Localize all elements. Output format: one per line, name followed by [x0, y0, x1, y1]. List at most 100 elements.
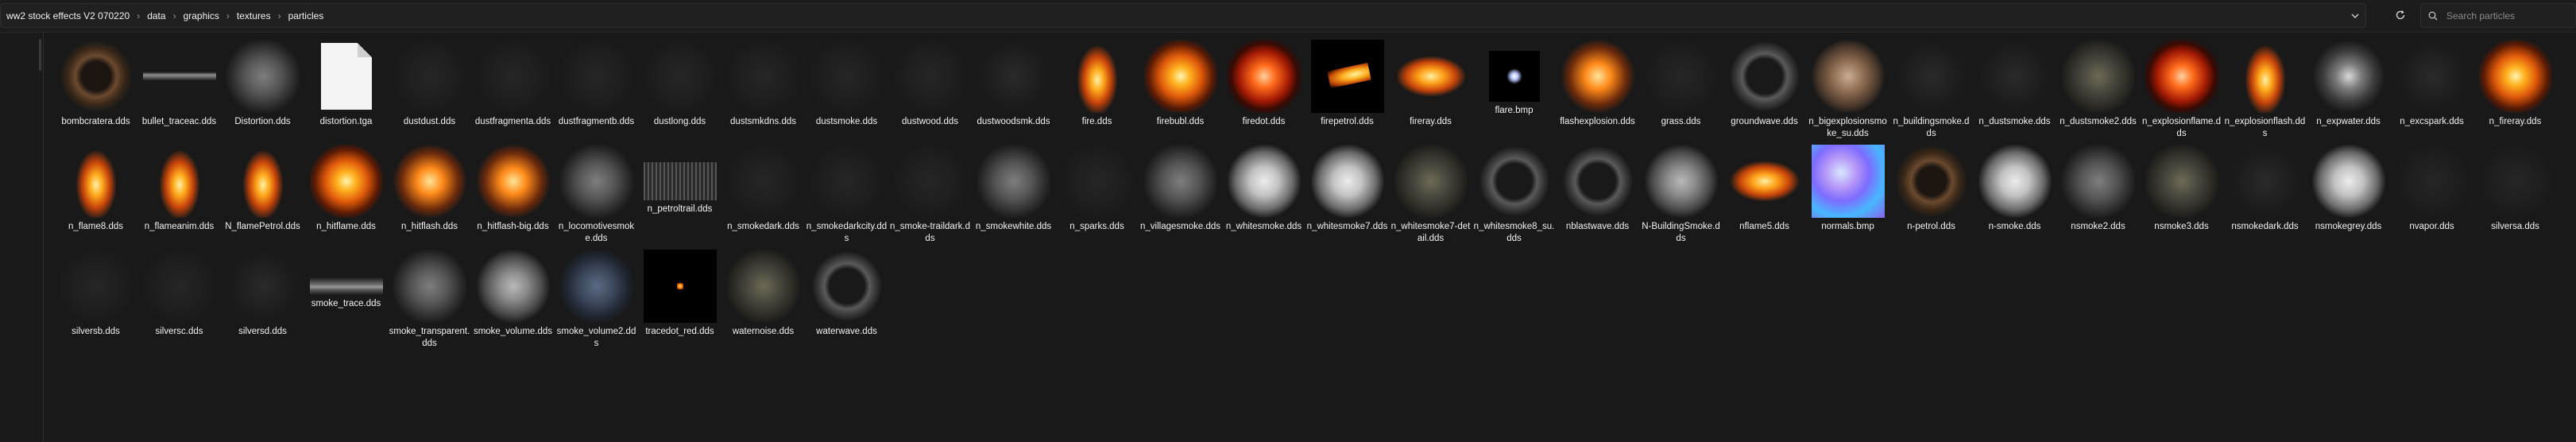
file-item[interactable]: n_dustsmoke.dds: [1973, 40, 2056, 145]
file-item[interactable]: smoke_volume2.dds: [555, 250, 638, 355]
breadcrumb-item[interactable]: graphics: [181, 10, 222, 21]
file-item[interactable]: n_whitesmoke8_su.dds: [1472, 145, 1556, 250]
file-item[interactable]: n_hitflash.dds: [388, 145, 471, 250]
nav-scrollbar[interactable]: [39, 39, 41, 71]
file-item[interactable]: n_whitesmoke.dds: [1222, 145, 1305, 250]
file-name: n_hitflash.dds: [401, 222, 458, 231]
file-item[interactable]: n_expwater.dds: [2307, 40, 2390, 145]
file-item[interactable]: normals.bmp: [1806, 145, 1889, 250]
file-view: bombcratera.dds bullet_traceac.dds Distort…: [48, 40, 2576, 437]
file-name: nblastwave.dds: [1565, 222, 1630, 231]
file-item[interactable]: silversb.dds: [54, 250, 137, 355]
file-item[interactable]: n_buildingsmoke.dds: [1889, 40, 1973, 145]
file-name: firebubl.dds: [1156, 117, 1205, 126]
file-item[interactable]: grass.dds: [1639, 40, 1723, 145]
file-name: flare.bmp: [1495, 106, 1534, 115]
file-item[interactable]: silversa.dds: [2474, 145, 2557, 250]
thumbnail: [643, 162, 717, 200]
file-item[interactable]: distortion.tga: [304, 40, 388, 145]
search-input[interactable]: [2445, 9, 2567, 22]
file-item[interactable]: dustwoodsmk.dds: [972, 40, 1055, 145]
file-item[interactable]: nblastwave.dds: [1556, 145, 1639, 250]
file-item[interactable]: n_smokedark.dds: [721, 145, 805, 250]
file-item[interactable]: n_flameanim.dds: [137, 145, 221, 250]
file-item[interactable]: n-petrol.dds: [1889, 145, 1973, 250]
navigation-pane[interactable]: [0, 33, 44, 442]
file-item[interactable]: n_fireray.dds: [2474, 40, 2557, 145]
file-item[interactable]: dustdust.dds: [388, 40, 471, 145]
file-item[interactable]: smoke_trace.dds: [304, 250, 388, 355]
file-item[interactable]: dustsmkdns.dds: [721, 40, 805, 145]
file-item[interactable]: nsmoke2.dds: [2056, 145, 2140, 250]
file-item[interactable]: fireray.dds: [1389, 40, 1472, 145]
file-item[interactable]: nsmoke3.dds: [2140, 145, 2223, 250]
file-item[interactable]: firepetrol.dds: [1305, 40, 1389, 145]
thumbnail: [142, 40, 216, 113]
refresh-icon[interactable]: [2390, 5, 2411, 25]
file-item[interactable]: dustsmoke.dds: [805, 40, 888, 145]
file-item[interactable]: n_whitesmoke7-detail.dds: [1389, 145, 1472, 250]
thumbnail: [2061, 145, 2135, 218]
file-item[interactable]: n_petroltrail.dds: [638, 145, 721, 250]
file-item[interactable]: n_hitflash-big.dds: [471, 145, 555, 250]
file-item[interactable]: dustfragmentb.dds: [555, 40, 638, 145]
file-item[interactable]: tracedot_red.dds: [638, 250, 721, 355]
file-item[interactable]: n_smokedarkcity.dds: [805, 145, 888, 250]
thumbnail: [142, 250, 216, 323]
chevron-right-icon[interactable]: ›: [273, 10, 286, 21]
file-item[interactable]: nvapor.dds: [2390, 145, 2474, 250]
file-item[interactable]: firebubl.dds: [1139, 40, 1222, 145]
file-item[interactable]: groundwave.dds: [1723, 40, 1806, 145]
file-name: n_whitesmoke.dds: [1225, 222, 1302, 231]
file-item[interactable]: n_smokewhite.dds: [972, 145, 1055, 250]
chevron-right-icon[interactable]: ›: [168, 10, 181, 21]
file-item[interactable]: smoke_transparent.dds: [388, 250, 471, 355]
thumbnail: [2311, 40, 2385, 113]
file-item[interactable]: n_explosionflash.dds: [2223, 40, 2307, 145]
address-bar[interactable]: ww2 stock effects V2 070220 › data › gra…: [0, 3, 2366, 28]
file-item[interactable]: bullet_traceac.dds: [137, 40, 221, 145]
file-item[interactable]: dustwood.dds: [888, 40, 972, 145]
file-name: n_whitesmoke8_su.dds: [1473, 222, 1555, 243]
file-item[interactable]: N-BuildingSmoke.dds: [1639, 145, 1723, 250]
file-item[interactable]: n_bigexplosionsmoke_su.dds: [1806, 40, 1889, 145]
file-item[interactable]: n_flame8.dds: [54, 145, 137, 250]
chevron-right-icon[interactable]: ›: [132, 10, 145, 21]
thumbnail: [643, 40, 717, 113]
search-box[interactable]: [2420, 3, 2576, 28]
file-item[interactable]: dustfragmenta.dds: [471, 40, 555, 145]
file-item[interactable]: n_locomotivesmoke.dds: [555, 145, 638, 250]
file-item[interactable]: n_explosionflame.dds: [2140, 40, 2223, 145]
file-item[interactable]: silversc.dds: [137, 250, 221, 355]
file-item[interactable]: nsmokedark.dds: [2223, 145, 2307, 250]
breadcrumb-item[interactable]: textures: [234, 10, 273, 21]
file-item[interactable]: n_smoke-traildark.dds: [888, 145, 972, 250]
file-item[interactable]: n-smoke.dds: [1973, 145, 2056, 250]
file-item[interactable]: Distortion.dds: [221, 40, 304, 145]
file-item[interactable]: flare.bmp: [1472, 40, 1556, 145]
file-item[interactable]: n_villagesmoke.dds: [1139, 145, 1222, 250]
chevron-right-icon[interactable]: ›: [222, 10, 234, 21]
breadcrumb-item[interactable]: ww2 stock effects V2 070220: [4, 10, 132, 21]
file-item[interactable]: smoke_volume.dds: [471, 250, 555, 355]
file-item[interactable]: waterwave.dds: [805, 250, 888, 355]
file-item[interactable]: bombcratera.dds: [54, 40, 137, 145]
file-item[interactable]: fire.dds: [1055, 40, 1139, 145]
file-item[interactable]: n_sparks.dds: [1055, 145, 1139, 250]
breadcrumb-item[interactable]: data: [145, 10, 168, 21]
file-item[interactable]: n_hitflame.dds: [304, 145, 388, 250]
thumbnail: [393, 145, 466, 218]
file-item[interactable]: firedot.dds: [1222, 40, 1305, 145]
file-item[interactable]: nflame5.dds: [1723, 145, 1806, 250]
file-item[interactable]: N_flamePetrol.dds: [221, 145, 304, 250]
file-item[interactable]: silversd.dds: [221, 250, 304, 355]
file-item[interactable]: dustlong.dds: [638, 40, 721, 145]
file-item[interactable]: waternoise.dds: [721, 250, 805, 355]
file-item[interactable]: n_whitesmoke7.dds: [1305, 145, 1389, 250]
file-item[interactable]: n_dustsmoke2.dds: [2056, 40, 2140, 145]
file-item[interactable]: flashexplosion.dds: [1556, 40, 1639, 145]
chevron-down-icon[interactable]: [2345, 6, 2365, 26]
file-item[interactable]: n_excspark.dds: [2390, 40, 2474, 145]
file-item[interactable]: nsmokegrey.dds: [2307, 145, 2390, 250]
breadcrumb-item[interactable]: particles: [286, 10, 327, 21]
